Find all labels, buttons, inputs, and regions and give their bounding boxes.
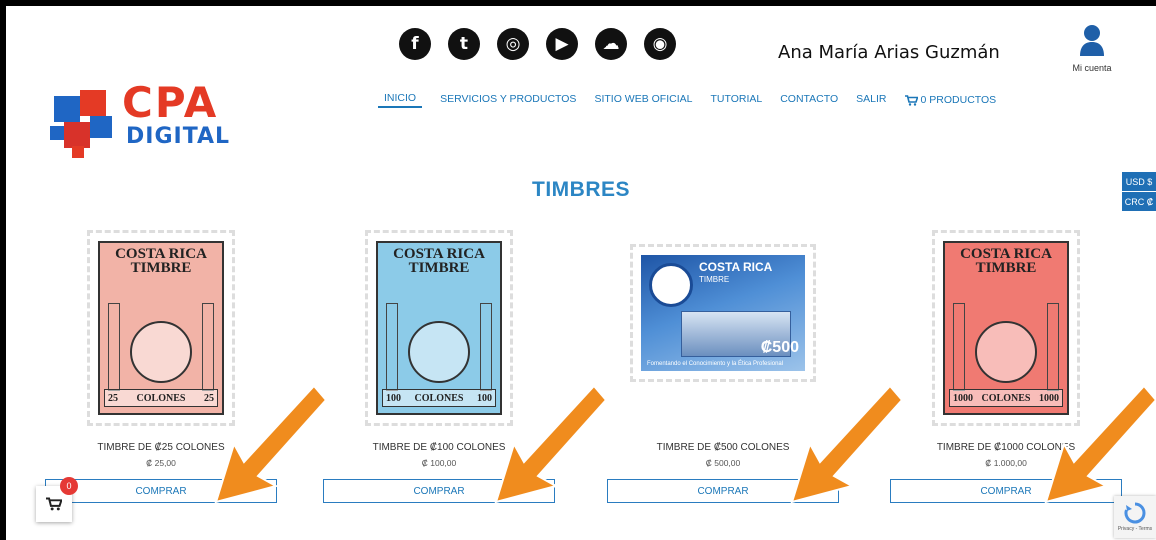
stamp-face: COSTA RICA TIMBRE ₡500 Fomentando el Con… <box>641 255 805 371</box>
stamp-image-100[interactable]: COSTA RICA TIMBRE 100 COLONES 100 <box>365 230 513 426</box>
stamp-heading: COSTA RICA TIMBRE <box>393 246 485 276</box>
stamp-image-25[interactable]: COSTA RICA TIMBRE 25 COLONES 25 <box>87 230 235 426</box>
social-links: f t ◎ ▶ ☁ ◉ <box>399 28 676 60</box>
page: f t ◎ ▶ ☁ ◉ Ana María Arias Guzmán Mi cu… <box>6 6 1156 540</box>
stamp-column <box>480 303 492 391</box>
stamp-footer: 25 COLONES 25 <box>104 389 218 407</box>
stamp-column <box>202 303 214 391</box>
stamp-value: 25 <box>204 392 214 404</box>
nav-inicio[interactable]: INICIO <box>378 92 423 108</box>
user-name: Ana María Arias Guzmán <box>778 42 1000 63</box>
buy-button[interactable]: COMPRAR <box>607 479 839 503</box>
stamp-value: 25 <box>108 392 118 404</box>
product-card: COSTA RICA TIMBRE ₡500 Fomentando el Con… <box>607 228 839 503</box>
stamp-unit: COLONES <box>136 392 186 404</box>
instagram-icon[interactable]: ◎ <box>497 28 529 60</box>
stamp-footer: 100 COLONES 100 <box>382 389 496 407</box>
buy-button[interactable]: COMPRAR <box>45 479 277 503</box>
product-price: ₡ 25,00 <box>146 458 176 468</box>
stamp-heading: COSTA RICA <box>699 260 773 274</box>
product-price: ₡ 1.000,00 <box>985 458 1027 468</box>
main-nav: INICIO SERVICIOS Y PRODUCTOS SITIO WEB O… <box>378 92 996 108</box>
youtube-icon[interactable]: ▶ <box>546 28 578 60</box>
section-title: TIMBRES <box>532 178 630 201</box>
product-price: ₡ 100,00 <box>421 458 457 468</box>
cart-icon <box>904 94 918 106</box>
stamp-unit: COLONES <box>414 392 464 404</box>
stamp-image-1000[interactable]: COSTA RICA TIMBRE 1000 COLONES 1000 <box>932 230 1080 426</box>
stamp-slogan: Fomentando el Conocimiento y la Ética Pr… <box>647 361 784 367</box>
stamp-column <box>953 303 965 391</box>
buy-button[interactable]: COMPRAR <box>323 479 555 503</box>
product-card: COSTA RICA TIMBRE 1000 COLONES 1000 TIMB… <box>890 228 1122 503</box>
stamp-face: COSTA RICA TIMBRE 25 COLONES 25 <box>98 241 224 415</box>
stamp-subheading: TIMBRE <box>699 275 730 284</box>
buy-button[interactable]: COMPRAR <box>890 479 1122 503</box>
product-price: ₡ 500,00 <box>705 458 741 468</box>
product-name[interactable]: TIMBRE DE ₡1000 COLONES <box>890 442 1122 453</box>
recaptcha-badge[interactable]: Privacy - Terms <box>1114 496 1156 538</box>
facebook-icon[interactable]: f <box>399 28 431 60</box>
twitter-icon[interactable]: t <box>448 28 480 60</box>
stamp-face: COSTA RICA TIMBRE 1000 COLONES 1000 <box>943 241 1069 415</box>
stamp-value: 1000 <box>953 392 973 404</box>
stamp-seal <box>975 321 1037 383</box>
product-name[interactable]: TIMBRE DE ₡25 COLONES <box>45 442 277 453</box>
stamp-value: ₡500 <box>760 339 799 356</box>
stamp-value: 100 <box>386 392 401 404</box>
floating-cart-button[interactable]: 0 <box>36 477 78 522</box>
stamp-face: COSTA RICA TIMBRE 100 COLONES 100 <box>376 241 502 415</box>
recaptcha-icon <box>1124 502 1146 524</box>
nav-servicios-productos[interactable]: SERVICIOS Y PRODUCTOS <box>440 93 576 107</box>
logo-mark-icon <box>50 90 112 158</box>
stamp-heading: COSTA RICA TIMBRE <box>115 246 207 276</box>
user-icon <box>1080 25 1104 56</box>
cart-count-badge: 0 <box>60 477 78 495</box>
nav-cart[interactable]: 0 PRODUCTOS <box>904 94 997 106</box>
stamp-column <box>386 303 398 391</box>
stamp-footer: 1000 COLONES 1000 <box>949 389 1063 407</box>
stamp-column <box>1047 303 1059 391</box>
currency-switcher: USD $ CRC ₡ <box>1122 172 1156 211</box>
account-label: Mi cuenta <box>1072 63 1112 73</box>
stamp-image-500[interactable]: COSTA RICA TIMBRE ₡500 Fomentando el Con… <box>630 244 816 382</box>
account-link[interactable]: Mi cuenta <box>1064 24 1120 73</box>
stamp-emblem <box>649 263 693 307</box>
stamp-value: 100 <box>477 392 492 404</box>
podcast-icon[interactable]: ◉ <box>644 28 676 60</box>
logo-digital-text: DIGITAL <box>126 124 231 149</box>
stamp-value: 1000 <box>1039 392 1059 404</box>
nav-sitio-web-oficial[interactable]: SITIO WEB OFICIAL <box>594 93 692 107</box>
soundcloud-icon[interactable]: ☁ <box>595 28 627 60</box>
stamp-seal <box>408 321 470 383</box>
cart-icon <box>46 497 62 511</box>
logo-cpa-text: CPA <box>122 78 219 127</box>
cpa-digital-logo[interactable]: CPA DIGITAL <box>44 78 234 162</box>
product-name[interactable]: TIMBRE DE ₡100 COLONES <box>323 442 555 453</box>
stamp-unit: COLONES <box>981 392 1031 404</box>
product-card: COSTA RICA TIMBRE 100 COLONES 100 TIMBRE… <box>323 228 555 503</box>
stamp-column <box>108 303 120 391</box>
product-name[interactable]: TIMBRE DE ₡500 COLONES <box>607 442 839 453</box>
nav-cart-label: 0 PRODUCTOS <box>920 94 997 106</box>
stamp-heading: COSTA RICA TIMBRE <box>960 246 1052 276</box>
nav-contacto[interactable]: CONTACTO <box>780 93 838 107</box>
currency-usd-button[interactable]: USD $ <box>1122 172 1156 191</box>
recaptcha-label: Privacy - Terms <box>1117 526 1153 532</box>
product-card: COSTA RICA TIMBRE 25 COLONES 25 TIMBRE D… <box>45 228 277 503</box>
currency-crc-button[interactable]: CRC ₡ <box>1122 192 1156 211</box>
stamp-seal <box>130 321 192 383</box>
nav-tutorial[interactable]: TUTORIAL <box>710 93 762 107</box>
nav-salir[interactable]: SALIR <box>856 93 886 107</box>
